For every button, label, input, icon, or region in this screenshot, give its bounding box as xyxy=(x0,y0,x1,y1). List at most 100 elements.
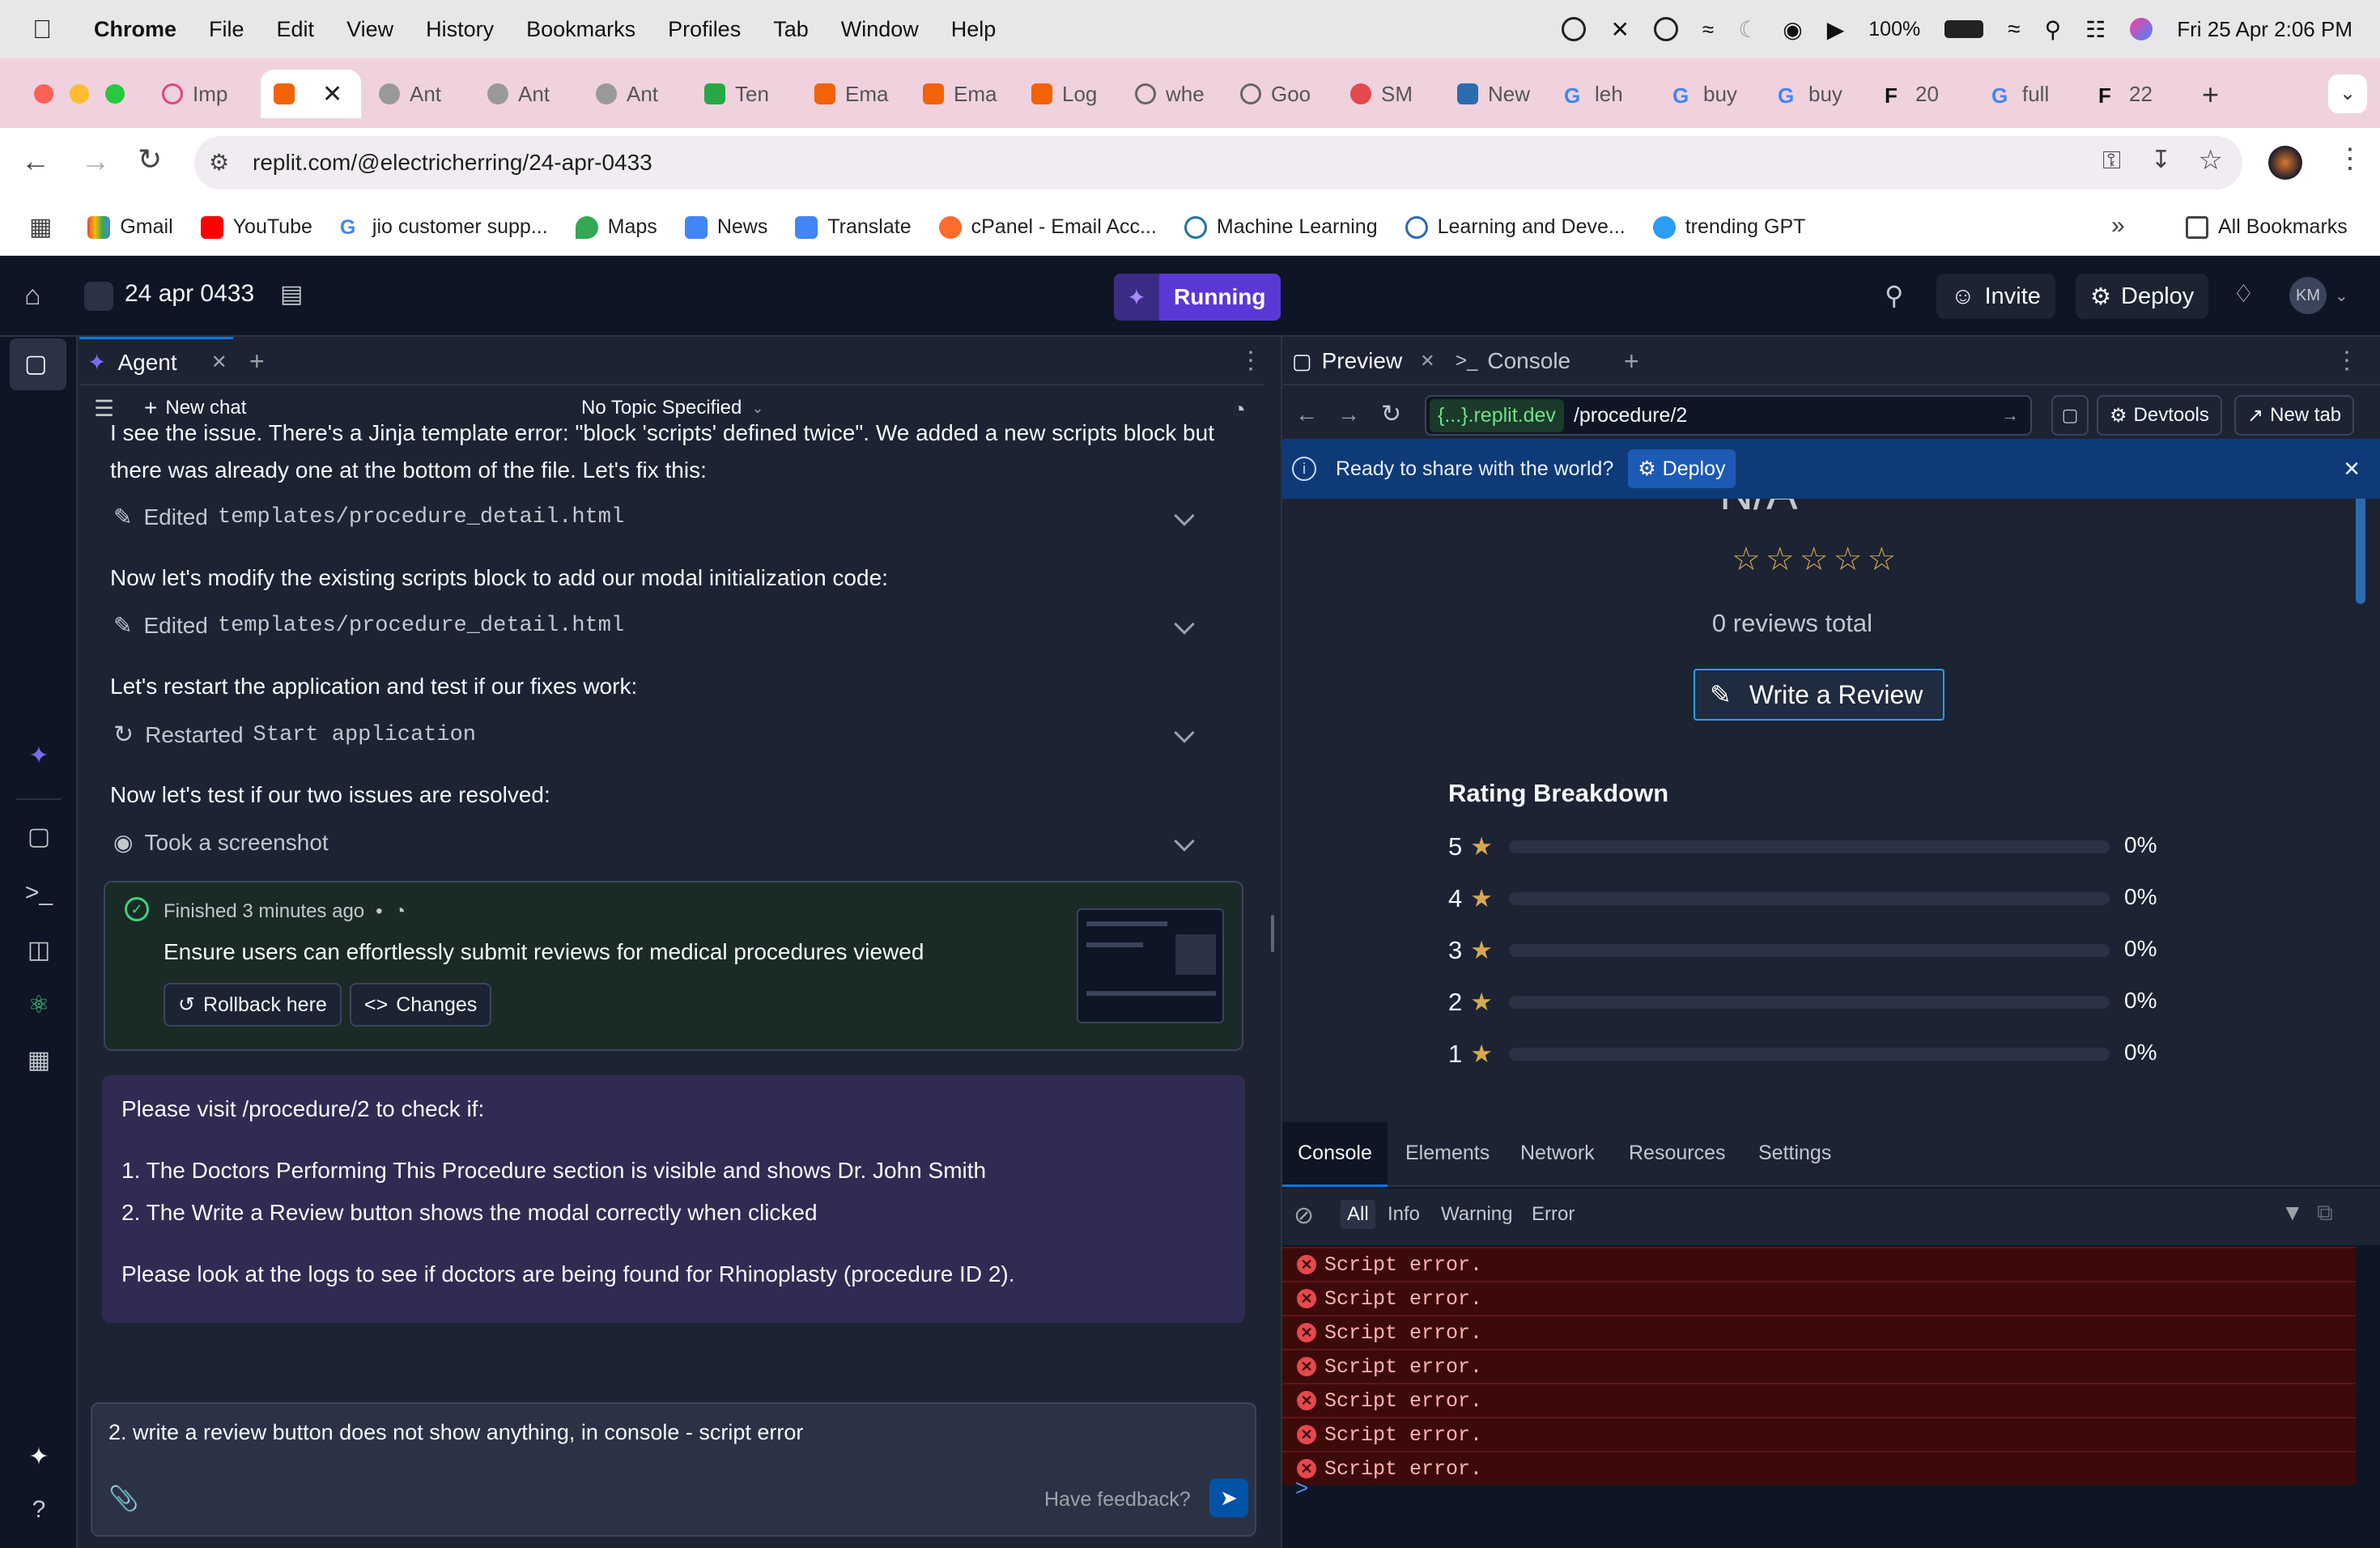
sparkle-icon[interactable]: ✦ xyxy=(24,1443,53,1472)
user-menu[interactable]: KM ⌄ xyxy=(2289,277,2348,314)
filter-error[interactable]: Error xyxy=(1532,1203,1575,1226)
all-bookmarks-folder[interactable]: All Bookmarks xyxy=(2186,215,2348,239)
filter-info[interactable]: Info xyxy=(1388,1203,1420,1226)
changes-button[interactable]: <> Changes xyxy=(350,983,492,1027)
bookmark-gmail[interactable]: Gmail xyxy=(87,215,173,239)
siri-icon[interactable] xyxy=(2130,18,2153,40)
spotlight-search-icon[interactable]: ⚲ xyxy=(2045,16,2062,43)
webview-url-bar[interactable]: {...}.replit.dev /procedure/2 → xyxy=(1425,395,2032,436)
address-bar[interactable]: ⚙ replit.com/@electricherring/24-apr-043… xyxy=(194,136,2242,189)
attach-paperclip-icon[interactable]: 📎 xyxy=(108,1485,138,1513)
all-tools-grid-icon[interactable]: ▦ xyxy=(24,1046,53,1075)
screenshot-thumbnail[interactable] xyxy=(1077,908,1224,1023)
browser-tab[interactable]: Ant xyxy=(487,70,550,118)
site-info-icon[interactable]: ⚙ xyxy=(209,149,229,176)
bookmark-news[interactable]: News xyxy=(684,215,767,239)
apple-icon[interactable]:  xyxy=(32,15,65,45)
zoom-window-button[interactable] xyxy=(105,84,125,104)
console-error-row[interactable]: ✕ Script error. xyxy=(1282,1417,2356,1451)
action-screenshot[interactable]: ◉ Took a screenshot xyxy=(110,829,329,856)
menu-window[interactable]: Window xyxy=(841,17,919,42)
bookmark-translate[interactable]: Translate xyxy=(795,215,912,239)
password-key-icon[interactable]: ⚿ xyxy=(2102,147,2121,175)
browser-tab[interactable]: F 20 xyxy=(1885,70,1939,118)
bookmark-maps[interactable]: Maps xyxy=(575,215,657,239)
browser-tab[interactable]: Ant xyxy=(596,70,658,118)
console-prompt[interactable]: > xyxy=(1295,1475,1308,1501)
copy-icon[interactable]: ⧉ xyxy=(2317,1200,2333,1227)
deployments-icon[interactable]: ⚛ xyxy=(24,991,53,1020)
bookmark-machine-learning[interactable]: Machine Learning xyxy=(1184,215,1378,239)
bookmark-trending-gpt[interactable]: trending GPT xyxy=(1652,215,1805,239)
agent-icon[interactable]: ✦ xyxy=(24,742,53,771)
bookmark-cpanel[interactable]: cPanel - Email Acc... xyxy=(938,215,1157,239)
preview-monitor-icon[interactable]: ▢ xyxy=(24,823,53,852)
status-icon-1[interactable] xyxy=(1562,17,1587,41)
reload-icon[interactable]: ↻ xyxy=(1381,400,1401,428)
accessibility-icon[interactable] xyxy=(1653,17,1678,41)
browser-tab[interactable]: SM xyxy=(1350,70,1413,118)
browser-tab[interactable]: Gfull xyxy=(1991,70,2049,118)
console-error-row[interactable]: ✕ Script error. xyxy=(1282,1383,2356,1417)
browser-tab[interactable]: whe xyxy=(1135,70,1205,118)
browser-tab[interactable]: Ant xyxy=(379,70,441,118)
add-tab-icon[interactable]: + xyxy=(1624,347,1639,376)
chat-history-list-icon[interactable]: ☰ xyxy=(94,395,114,422)
wifi-icon[interactable]: ≈ xyxy=(2008,16,2020,42)
battery-icon[interactable] xyxy=(1944,20,1984,38)
address-url[interactable]: replit.com/@electricherring/24-apr-0433 xyxy=(253,150,652,176)
apps-grid-icon[interactable]: ▦ xyxy=(29,213,52,241)
device-toggle-icon[interactable]: ▢ xyxy=(2051,395,2089,436)
activity-icon[interactable]: ≈ xyxy=(1702,17,1714,42)
new-tab-plus-icon[interactable]: + xyxy=(2202,78,2219,112)
forward-arrow-icon[interactable]: → xyxy=(1337,402,1360,427)
invite-button[interactable]: ☺ Invite xyxy=(1936,274,2055,319)
new-chat-button[interactable]: + New chat xyxy=(144,395,246,421)
notifications-bell-icon[interactable]: ♢ xyxy=(2233,280,2255,308)
devtools-tab-network[interactable]: Network xyxy=(1520,1142,1595,1165)
console-error-row[interactable]: ✕ Script error. xyxy=(1282,1247,2356,1281)
console-error-row[interactable]: ✕ Script error. xyxy=(1282,1315,2356,1349)
browser-tab[interactable]: Ema xyxy=(923,70,997,118)
install-app-icon[interactable]: ↧ xyxy=(2151,146,2171,174)
forward-arrow-icon[interactable]: → xyxy=(81,144,110,178)
go-arrow-icon[interactable]: → xyxy=(2001,405,2019,426)
moon-icon[interactable]: ☾ xyxy=(1738,16,1758,43)
project-avatar[interactable] xyxy=(84,282,113,311)
mute-icon[interactable]: ✕ xyxy=(1610,16,1629,43)
search-icon[interactable]: ⚲ xyxy=(1885,280,1903,311)
menu-view[interactable]: View xyxy=(346,17,393,42)
back-arrow-icon[interactable]: ← xyxy=(1295,402,1318,427)
bookmark-star-icon[interactable]: ☆ xyxy=(2199,144,2223,176)
clear-console-icon[interactable]: ⊘ xyxy=(1294,1201,1314,1230)
pane-menu-icon[interactable]: ⋮ xyxy=(1239,347,1263,375)
reload-icon[interactable]: ↻ xyxy=(138,142,162,176)
devtools-tab-settings[interactable]: Settings xyxy=(1758,1142,1831,1165)
more-bookmarks-icon[interactable]: » xyxy=(2111,212,2125,240)
chat-input-box[interactable]: 2. write a review button does not show a… xyxy=(91,1402,1256,1537)
tab-close-icon[interactable]: ✕ xyxy=(322,80,342,108)
chat-input-text[interactable]: 2. write a review button does not show a… xyxy=(108,1420,803,1445)
home-icon[interactable]: ⌂ xyxy=(24,280,41,312)
speedometer-icon[interactable]: ◔ xyxy=(394,900,406,923)
help-icon[interactable]: ? xyxy=(24,1496,53,1525)
bookmark-youtube[interactable]: YouTube xyxy=(200,215,312,239)
menu-app-name[interactable]: Chrome xyxy=(94,17,176,42)
devtools-tab-elements[interactable]: Elements xyxy=(1405,1142,1490,1165)
pane-resize-handle[interactable] xyxy=(1271,915,1274,952)
menu-help[interactable]: Help xyxy=(951,17,997,42)
play-icon[interactable]: ▶ xyxy=(1827,16,1845,43)
browser-tab[interactable]: Gleh xyxy=(1564,70,1623,118)
menu-profiles[interactable]: Profiles xyxy=(668,17,741,42)
write-review-button[interactable]: ✎ Write a Review xyxy=(1694,669,1944,721)
preview-scrollbar[interactable] xyxy=(2356,499,2365,604)
filter-all[interactable]: All xyxy=(1341,1200,1375,1229)
banner-deploy-button[interactable]: ⚙ Deploy xyxy=(1628,449,1736,488)
tab-agent[interactable]: ✦ Agent ✕ xyxy=(79,337,233,385)
shell-icon[interactable]: >_ xyxy=(24,879,53,908)
console-error-row[interactable]: ✕ Script error. xyxy=(1282,1281,2356,1315)
menu-bookmarks[interactable]: Bookmarks xyxy=(526,17,635,42)
menu-history[interactable]: History xyxy=(426,17,494,42)
topic-selector[interactable]: No Topic Specified ⌄ xyxy=(581,397,763,419)
add-tab-icon[interactable]: + xyxy=(249,347,265,376)
